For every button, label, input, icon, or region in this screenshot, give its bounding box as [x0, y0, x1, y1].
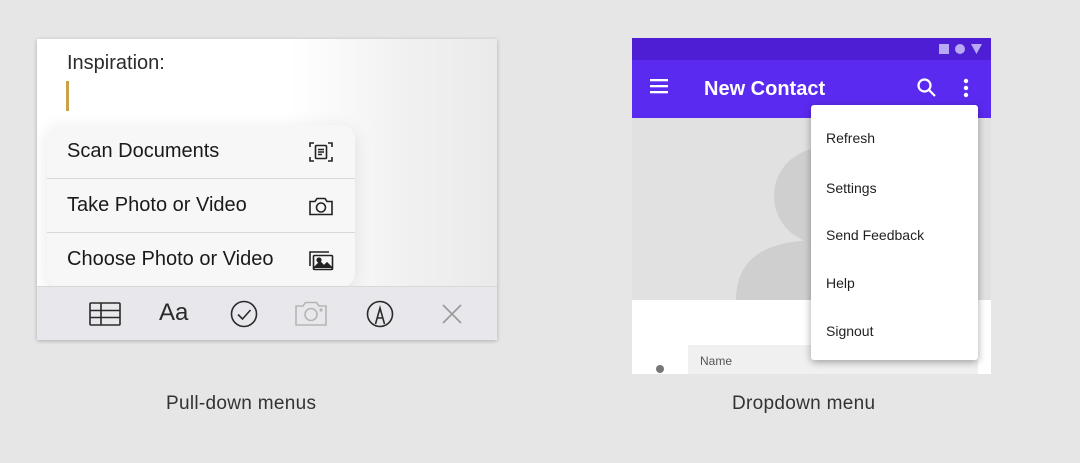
menu-item-label: Choose Photo or Video	[67, 248, 274, 270]
photo-library-icon	[307, 247, 335, 273]
notes-screen: Inspiration: Scan Documents Take Photo o…	[37, 39, 497, 340]
menu-item-label: Scan Documents	[67, 140, 220, 162]
menu-item-take-photo[interactable]: Take Photo or Video	[47, 179, 355, 233]
scan-document-icon	[307, 139, 335, 165]
menu-item-label: Take Photo or Video	[67, 194, 247, 216]
table-icon[interactable]	[88, 297, 122, 331]
menu-item-settings[interactable]: Settings	[826, 180, 877, 196]
name-field-label: Name	[700, 354, 733, 368]
status-bar	[632, 38, 991, 60]
pull-down-caption: Pull-down menus	[166, 393, 317, 414]
menu-item-scan-documents[interactable]: Scan Documents	[47, 125, 355, 179]
camera-icon	[307, 193, 335, 219]
field-bullet	[656, 365, 664, 373]
search-icon[interactable]	[916, 77, 938, 104]
menu-item-refresh[interactable]: Refresh	[826, 130, 875, 146]
close-icon[interactable]	[435, 297, 469, 331]
menu-item-help[interactable]: Help	[826, 275, 855, 291]
more-vert-icon[interactable]	[962, 77, 970, 104]
camera-icon[interactable]	[294, 297, 328, 331]
markup-pen-icon[interactable]	[363, 297, 397, 331]
status-icons	[939, 44, 982, 54]
menu-item-send-feedback[interactable]: Send Feedback	[826, 227, 924, 243]
menu-item-signout[interactable]: Signout	[826, 323, 873, 339]
text-format-icon[interactable]: Aa	[159, 299, 188, 327]
hamburger-menu-icon[interactable]	[650, 79, 670, 100]
note-heading: Inspiration:	[67, 52, 165, 74]
dropdown-menu: Refresh Settings Send Feedback Help Sign…	[811, 105, 978, 360]
notes-toolbar: Aa	[37, 286, 497, 340]
checklist-icon[interactable]	[227, 297, 261, 331]
menu-item-choose-photo[interactable]: Choose Photo or Video	[47, 233, 355, 287]
text-cursor	[66, 81, 69, 111]
app-title: New Contact	[704, 78, 826, 100]
dropdown-caption: Dropdown menu	[732, 393, 876, 414]
pull-down-menu: Scan Documents Take Photo or Video Choos…	[47, 125, 355, 287]
